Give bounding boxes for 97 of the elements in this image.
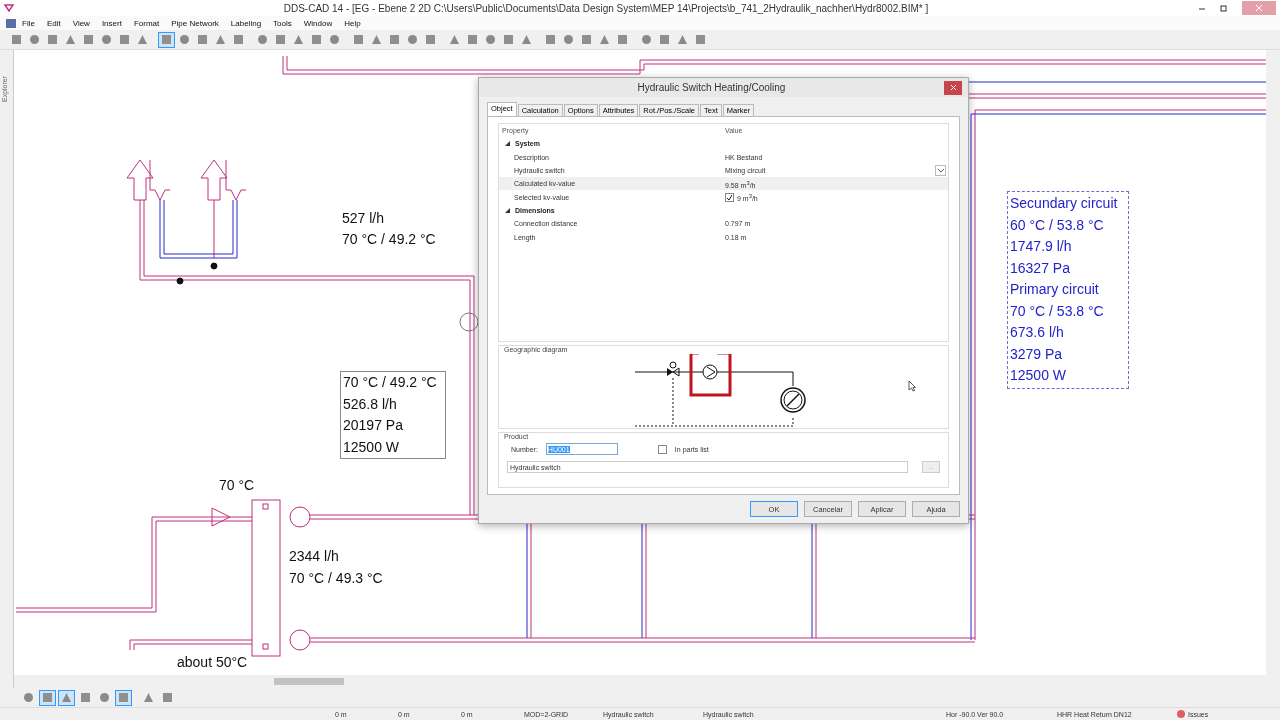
- menu-item[interactable]: Tools: [267, 18, 298, 28]
- square-icon: [581, 34, 592, 45]
- square-icon: [118, 692, 129, 703]
- square-icon: [275, 34, 286, 45]
- square-icon: [80, 692, 91, 703]
- circle-icon: [99, 692, 110, 703]
- square-icon: [161, 34, 172, 45]
- flow-label: 70 °C / 49.2 °C: [342, 231, 436, 247]
- square-icon: [353, 34, 364, 45]
- menu-item[interactable]: Pipe Network: [165, 18, 225, 28]
- mouse-cursor-icon: [908, 380, 916, 392]
- square-icon: [695, 34, 706, 45]
- square-icon: [311, 34, 322, 45]
- square-icon: [389, 34, 400, 45]
- triangle-icon: [137, 34, 148, 45]
- dropdown-button[interactable]: [935, 165, 946, 177]
- flow-label: about 50°C: [177, 654, 248, 670]
- circuit-text: 1747.9 l/h: [1010, 237, 1073, 256]
- dialog-close-button[interactable]: [944, 80, 962, 95]
- flow-label: 70 °C: [219, 477, 255, 493]
- square-icon: [83, 34, 94, 45]
- collapse-icon[interactable]: [505, 207, 510, 213]
- circle-icon: [329, 34, 340, 45]
- close-button[interactable]: [1242, 1, 1276, 15]
- tool-button[interactable]: [115, 689, 132, 706]
- square-icon: [42, 692, 53, 703]
- triangle-icon: [61, 692, 72, 703]
- circuit-text: 3279 Pa: [1010, 344, 1064, 364]
- circuit-text: 673.6 l/h: [1010, 323, 1065, 342]
- circle-icon: [179, 34, 190, 45]
- circuit-text: Secundary circuit: [1010, 194, 1119, 213]
- flow-label: 70 °C / 49.3 °C: [289, 570, 383, 586]
- menu-item[interactable]: Window: [297, 18, 339, 28]
- close-icon: [1255, 4, 1263, 12]
- close-icon: [949, 84, 957, 91]
- circle-icon: [563, 34, 574, 45]
- triangle-icon: [65, 34, 76, 45]
- triangle-icon: [521, 34, 532, 45]
- menu-item[interactable]: Insert: [95, 18, 128, 28]
- menu-item[interactable]: Edit: [40, 18, 67, 28]
- menu-item[interactable]: Labeling: [224, 18, 268, 28]
- value-text: 526.8 l/h: [343, 394, 398, 414]
- window-title: DDS-CAD 14 - [EG - Ebene 2 2D C:\Users\Public\Documents\Data Design System\MEP 14\Projects\b_741_2Hydraulik_nachher\Hydr8002.BIM* ]: [282, 2, 930, 14]
- circuit-text: 16327 Pa: [1010, 258, 1071, 278]
- checkbox[interactable]: [725, 192, 734, 202]
- collapse-icon[interactable]: [505, 141, 510, 147]
- triangle-icon: [449, 34, 460, 45]
- square-icon: [47, 34, 58, 45]
- circuit-text: Primary circuit: [1010, 280, 1100, 299]
- square-icon: [162, 692, 173, 703]
- square-icon: [11, 34, 22, 45]
- restore-icon[interactable]: [1220, 4, 1228, 12]
- square-icon: [119, 34, 130, 45]
- square-icon: [233, 34, 244, 45]
- check-icon: [726, 193, 733, 201]
- caret-icon: [937, 168, 944, 173]
- square-icon: [659, 34, 670, 45]
- square-icon: [467, 34, 478, 45]
- circle-icon: [29, 34, 40, 45]
- circle-icon: [485, 34, 496, 45]
- value-text: 20197 Pa: [343, 416, 404, 435]
- value-text: 12500 W: [343, 437, 401, 457]
- document-icon[interactable]: [6, 18, 16, 28]
- circle-icon: [101, 34, 112, 45]
- square-icon: [425, 34, 436, 45]
- checkbox[interactable]: [657, 444, 667, 454]
- triangle-icon: [599, 34, 610, 45]
- flow-label: 527 l/h: [342, 210, 385, 226]
- tool-button[interactable]: [158, 31, 175, 48]
- circuit-text: 70 °C / 53.8 °C: [1010, 301, 1105, 321]
- menu-item[interactable]: Help: [338, 18, 367, 28]
- tool-button[interactable]: [58, 689, 75, 706]
- warning-icon: [1177, 710, 1185, 718]
- flow-label: 2344 l/h: [289, 548, 339, 564]
- menu-item[interactable]: Format: [127, 18, 166, 28]
- menu-item[interactable]: File: [16, 18, 41, 28]
- triangle-icon: [677, 34, 688, 45]
- square-icon: [545, 34, 556, 45]
- app-logo-icon: [4, 3, 14, 13]
- square-icon: [617, 34, 628, 45]
- square-icon: [503, 34, 514, 45]
- triangle-icon: [215, 34, 226, 45]
- square-icon: [197, 34, 208, 45]
- menu-item[interactable]: View: [66, 18, 96, 28]
- circle-icon: [641, 34, 652, 45]
- triangle-icon: [143, 692, 154, 703]
- triangle-icon: [371, 34, 382, 45]
- circle-icon: [407, 34, 418, 45]
- circuit-text: 60 °C / 53.8 °C: [1010, 215, 1105, 235]
- circle-icon: [257, 34, 268, 45]
- circuit-text: 12500 W: [1010, 366, 1068, 385]
- circle-icon: [23, 692, 34, 703]
- scrollbar-thumb[interactable]: [274, 678, 344, 685]
- value-text: 70 °C / 49.2 °C: [343, 373, 438, 392]
- dialog-title: Hydraulic Switch Heating/Cooling: [636, 82, 787, 93]
- tool-button[interactable]: [39, 689, 56, 706]
- triangle-icon: [293, 34, 304, 45]
